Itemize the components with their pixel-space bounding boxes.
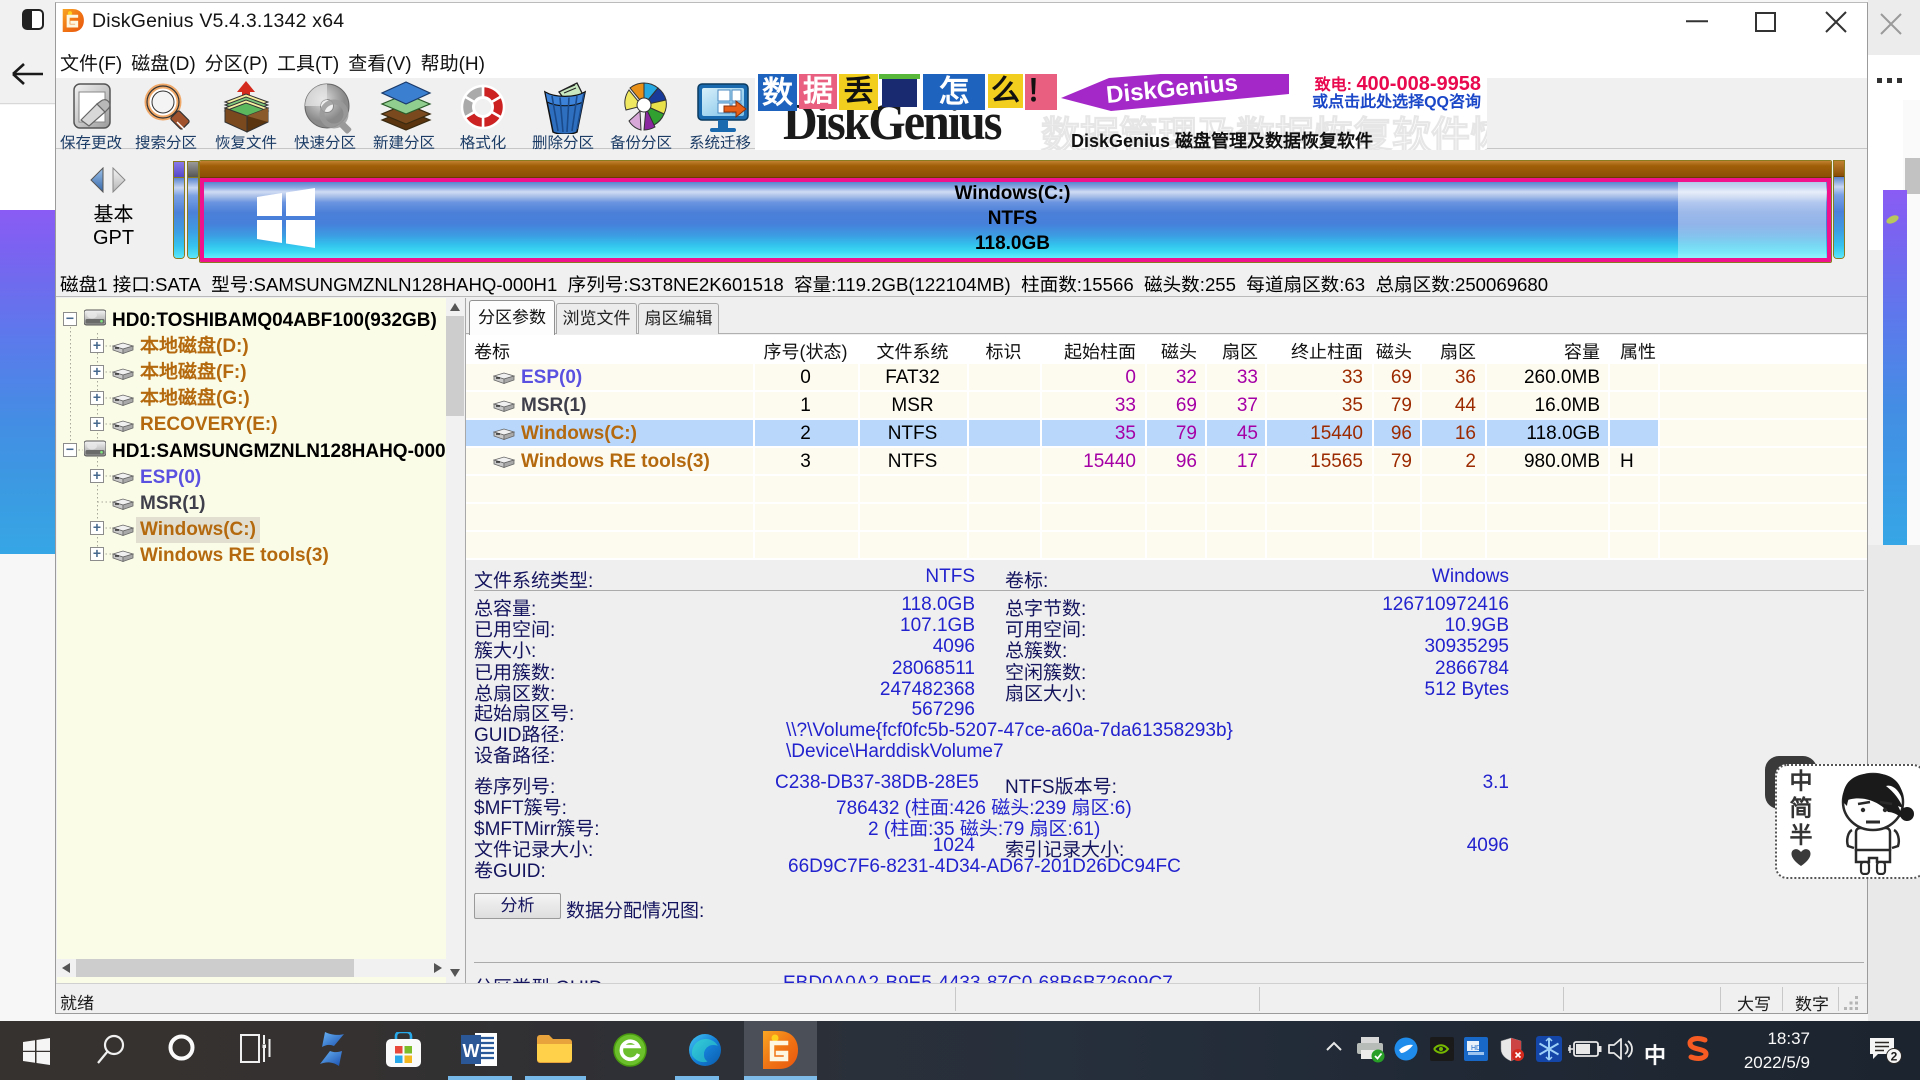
svg-text:HD: HD [1471,1045,1481,1052]
svg-text:W: W [463,1041,480,1061]
svg-text:2: 2 [1891,1050,1898,1064]
